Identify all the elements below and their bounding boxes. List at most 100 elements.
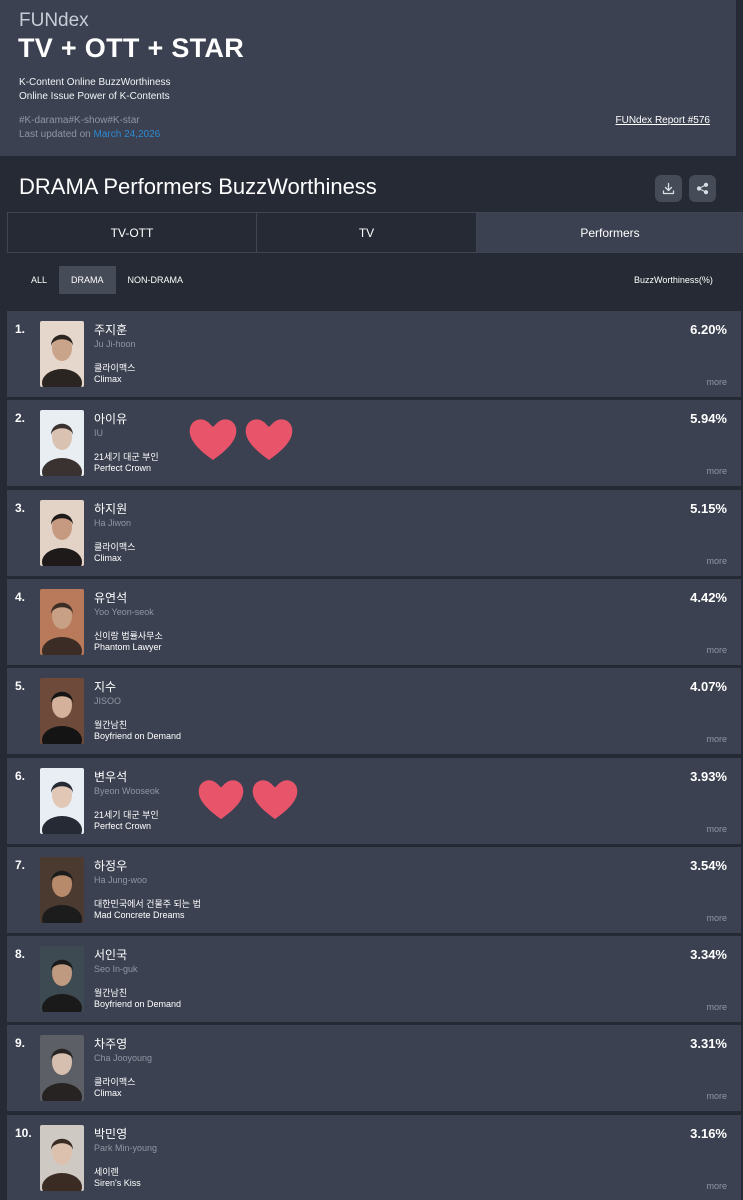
show-title-korean: 21세기 대군 부인 [94, 810, 159, 820]
performer-name-korean: 변우석 [94, 770, 128, 784]
last-updated: Last updated on March 24,2026 [19, 129, 160, 140]
brand-name: FUNdex [19, 10, 89, 31]
show-title-korean: 21세기 대군 부인 [94, 452, 159, 462]
rank-number: 8. [15, 947, 26, 961]
ranking-row[interactable]: 10. 박민영 Park Min-young 세이렌 Siren's Kiss 3.16%… [7, 1115, 741, 1200]
show-title-english: Climax [94, 1088, 122, 1098]
ranking-row[interactable]: 8. 서인국 Seo In-guk 월간남친 Boyfriend on Demand 3.… [7, 936, 741, 1022]
filter-drama[interactable]: DRAMA [59, 266, 116, 294]
performer-name-korean: 차주영 [94, 1037, 128, 1051]
performer-name-english: JISOO [94, 696, 122, 706]
description-line-2: Online Issue Power of K-Contents [19, 91, 170, 102]
performer-photo [40, 321, 84, 387]
show-title-english: Boyfriend on Demand [94, 999, 182, 1009]
show-title-korean: 대한민국에서 건물주 되는 법 [94, 899, 201, 909]
tab-tv-ott[interactable]: TV-OTT [7, 213, 256, 252]
rank-number: 7. [15, 858, 26, 872]
rank-number: 6. [15, 769, 26, 783]
buzzworthiness-percent: 3.93% [690, 769, 727, 784]
buzzworthiness-percent: 3.31% [690, 1036, 727, 1051]
performer-name-english: Seo In-guk [94, 964, 138, 974]
performer-photo [40, 1035, 84, 1101]
performer-name-korean: 아이유 [94, 412, 128, 426]
last-updated-label: Last updated on [19, 129, 94, 140]
show-title-korean: 클라이맥스 [94, 542, 136, 552]
more-link[interactable]: more [706, 645, 727, 655]
show-title-english: Climax [94, 553, 122, 563]
ranking-row[interactable]: 5. 지수 JISOO 월간남친 Boyfriend on Demand 4.07% mor… [7, 668, 741, 754]
buzzworthiness-percent: 3.34% [690, 947, 727, 962]
more-link[interactable]: more [706, 377, 727, 387]
filter-all[interactable]: ALL [19, 266, 59, 294]
ranking-row[interactable]: 3. 하지원 Ha Jiwon 클라이맥스 Climax 5.15% more [7, 490, 741, 576]
show-title-english: Perfect Crown [94, 463, 152, 473]
tab-performers[interactable]: Performers [476, 213, 743, 252]
performer-name-english: Ha Jiwon [94, 518, 132, 528]
more-link[interactable]: more [706, 1181, 727, 1191]
performer-name-korean: 박민영 [94, 1127, 128, 1141]
hashtags: #K-darama#K-show#K-star [19, 115, 140, 126]
show-title-korean: 세이렌 [94, 1167, 119, 1177]
tab-tv[interactable]: TV [256, 213, 476, 252]
header-edge [736, 0, 743, 156]
share-icon [696, 182, 709, 195]
ranking-row[interactable]: 6. 변우석 Byeon Wooseok 21세기 대군 부인 Perfect Crow… [7, 758, 741, 844]
performer-photo [40, 1125, 84, 1191]
show-title-korean: 월간남친 [94, 988, 128, 998]
more-link[interactable]: more [706, 466, 727, 476]
description-line-1: K-Content Online BuzzWorthiness [19, 77, 171, 88]
share-button[interactable] [689, 175, 716, 202]
report-link[interactable]: FUNdex Report #576 [616, 115, 711, 126]
performer-name-english: Yoo Yeon-seok [94, 607, 154, 617]
tab-bar: TV-OTT TV Performers [7, 212, 743, 253]
ranking-row[interactable]: 9. 차주영 Cha Jooyoung 클라이맥스 Climax 3.31% more [7, 1025, 741, 1111]
performer-name-english: Ju Ji-hoon [94, 339, 136, 349]
performer-name-korean: 주지훈 [94, 323, 128, 337]
show-title-english: Siren's Kiss [94, 1178, 141, 1188]
performer-name-english: Ha Jung-woo [94, 875, 148, 885]
show-title-english: Perfect Crown [94, 821, 152, 831]
more-link[interactable]: more [706, 913, 727, 923]
ranking-row[interactable]: 1. 주지훈 Ju Ji-hoon 클라이맥스 Climax 6.20% more [7, 311, 741, 397]
last-updated-date: March 24,2026 [93, 129, 161, 140]
heart-icon [252, 780, 298, 820]
more-link[interactable]: more [706, 824, 727, 834]
download-button[interactable] [655, 175, 682, 202]
performer-name-english: IU [94, 428, 103, 438]
ranking-row[interactable]: 4. 유연석 Yoo Yeon-seok 신이랑 법률사무소 Phantom Lawye… [7, 579, 741, 665]
ranking-row[interactable]: 2. 아이유 IU 21세기 대군 부인 Perfect Crown 5.94% more [7, 400, 741, 486]
show-title-korean: 클라이맥스 [94, 1077, 136, 1087]
rank-number: 1. [15, 322, 26, 336]
show-title-korean: 월간남친 [94, 720, 128, 730]
performer-name-korean: 하정우 [94, 859, 128, 873]
performer-photo [40, 500, 84, 566]
performer-photo [40, 589, 84, 655]
page-title: TV + OTT + STAR [18, 33, 245, 63]
rank-number: 3. [15, 501, 26, 515]
buzzworthiness-percent: 4.07% [690, 679, 727, 694]
rank-number: 4. [15, 590, 26, 604]
performer-name-english: Park Min-young [94, 1143, 158, 1153]
performer-name-korean: 유연석 [94, 591, 128, 605]
filter-non-drama[interactable]: NON-DRAMA [116, 266, 196, 294]
buzzworthiness-percent: 5.15% [690, 501, 727, 516]
show-title-english: Phantom Lawyer [94, 642, 162, 652]
performer-photo [40, 410, 84, 476]
ranking-row[interactable]: 7. 하정우 Ha Jung-woo 대한민국에서 건물주 되는 법 Mad Concr… [7, 847, 741, 933]
rank-number: 10. [15, 1126, 32, 1140]
download-icon [662, 182, 675, 195]
more-link[interactable]: more [706, 1002, 727, 1012]
more-link[interactable]: more [706, 1091, 727, 1101]
performer-name-english: Byeon Wooseok [94, 786, 160, 796]
show-title-korean: 클라이맥스 [94, 363, 136, 373]
more-link[interactable]: more [706, 556, 727, 566]
performer-photo [40, 857, 84, 923]
show-title-korean: 신이랑 법률사무소 [94, 631, 163, 641]
show-title-english: Climax [94, 374, 122, 384]
section-title: DRAMA Performers BuzzWorthiness [19, 174, 377, 199]
buzzworthiness-percent: 5.94% [690, 411, 727, 426]
buzzworthiness-percent: 3.16% [690, 1126, 727, 1141]
filter-bar: ALL DRAMA NON-DRAMA [19, 266, 195, 294]
performer-photo [40, 946, 84, 1012]
more-link[interactable]: more [706, 734, 727, 744]
